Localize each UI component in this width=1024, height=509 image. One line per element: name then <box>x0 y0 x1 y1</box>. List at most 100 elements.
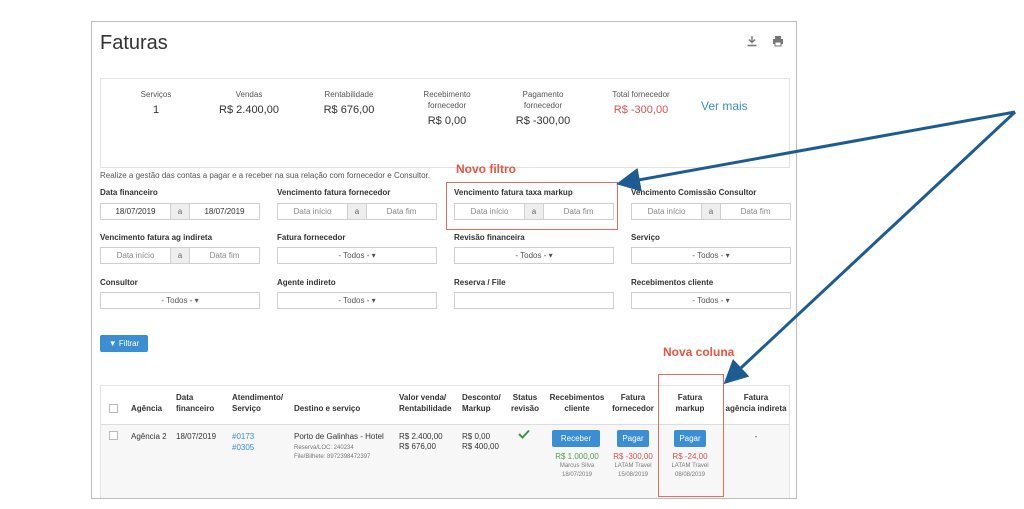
pagamento-value: R$ -300,00 <box>515 115 571 127</box>
header-recebimentos[interactable]: Recebimentos cliente <box>547 392 607 414</box>
recebimento-value: R$ 0,00 <box>427 115 467 127</box>
receb-data: 18/07/2019 <box>561 472 593 478</box>
print-icon[interactable] <box>772 34 784 47</box>
recebimentos-cliente-select[interactable]: - Todos - ▾ <box>631 292 791 309</box>
caret-down-icon: ▾ <box>723 251 730 260</box>
total-fornecedor-value: R$ -300,00 <box>613 104 669 116</box>
servicos-label: Serviços <box>140 90 172 99</box>
fatura-fornecedor-select[interactable]: - Todos - ▾ <box>277 247 437 264</box>
servico-label: Serviço <box>631 233 660 242</box>
row-rentabilidade: R$ 676,00 <box>399 442 436 451</box>
header-agencia[interactable]: Agência <box>131 403 162 414</box>
data-financeiro-from[interactable]: 18/07/2019 <box>101 207 170 216</box>
venc-markup-from[interactable]: Data início <box>455 207 524 216</box>
rentabilidade-value: R$ 676,00 <box>323 104 375 116</box>
venc-fornecedor-to[interactable]: Data fim <box>367 207 436 216</box>
fornecedor-data: 15/08/2019 <box>617 472 649 478</box>
fatura-fornecedor-value: - Todos - <box>338 251 370 260</box>
revisao-financeira-value: - Todos - <box>515 251 547 260</box>
row-servico-link[interactable]: #0305 <box>232 443 254 453</box>
vendas-label: Vendas <box>235 90 263 99</box>
reserva-file-label: Reserva / File <box>454 278 506 287</box>
ag-indireta-value: - <box>754 432 758 441</box>
header-desconto[interactable]: Desconto/Markup <box>462 392 501 414</box>
venc-ag-indireta-label: Vencimento fatura ag indireta <box>100 233 213 242</box>
venc-comissao-range[interactable]: Data início a Data fim <box>631 203 791 220</box>
range-separator: a <box>347 204 367 219</box>
header-fatura-fornecedor[interactable]: Fatura fornecedor <box>610 392 656 414</box>
recebimentos-cliente-label: Recebimentos cliente <box>631 278 714 287</box>
consultor-value: - Todos - <box>161 296 193 305</box>
servico-value: - Todos - <box>692 251 724 260</box>
servico-select[interactable]: - Todos - ▾ <box>631 247 791 264</box>
row-markup: R$ 400,00 <box>462 442 499 451</box>
venc-fornecedor-from[interactable]: Data início <box>278 207 347 216</box>
servicos-value: 1 <box>152 104 160 116</box>
caret-down-icon: ▾ <box>723 296 730 305</box>
row-atendimento-link[interactable]: #0173 <box>232 432 254 442</box>
header-status[interactable]: Status revisão <box>508 392 542 414</box>
venc-fatura-fornecedor-label: Vencimento fatura fornecedor <box>277 188 391 197</box>
revisao-financeira-select[interactable]: - Todos - ▾ <box>454 247 614 264</box>
reserva-file-input[interactable] <box>454 292 614 309</box>
pagamento-label: Pagamento fornecedor <box>522 90 564 110</box>
data-financeiro-to[interactable]: 18/07/2019 <box>190 207 259 216</box>
consultor-select[interactable]: - Todos - ▾ <box>100 292 260 309</box>
recebimentos-cliente-value: - Todos - <box>692 296 724 305</box>
data-financeiro-range[interactable]: 18/07/2019 a 18/07/2019 <box>100 203 260 220</box>
venc-fatura-markup-range[interactable]: Data início a Data fim <box>454 203 614 220</box>
vendas-value: R$ 2.400,00 <box>219 104 279 116</box>
venc-comissao-label: Vencimento Comissão Consultor <box>631 188 757 197</box>
recebimento-label: Recebimento fornecedor <box>423 90 471 110</box>
select-all-checkbox[interactable] <box>109 404 118 413</box>
header-valor-venda[interactable]: Valor venda/Rentabilidade <box>399 392 451 414</box>
receber-button[interactable]: Receber <box>552 430 600 447</box>
row-valor-venda: R$ 2.400,00 <box>399 432 443 441</box>
row-checkbox[interactable] <box>109 431 118 440</box>
intro-text: Realize a gestão das contas a pagar e a … <box>100 171 430 180</box>
receb-nome[interactable]: Marcus Silva <box>547 462 607 471</box>
venc-ag-indireta-to[interactable]: Data fim <box>190 251 259 260</box>
fornecedor-valor: R$ -300,00 <box>613 452 653 461</box>
caret-down-icon: ▾ <box>369 296 376 305</box>
revisao-financeira-label: Revisão financeira <box>454 233 525 242</box>
consultor-label: Consultor <box>100 278 138 287</box>
header-atendimento[interactable]: Atendimento/Serviço <box>232 392 283 414</box>
header-fatura-agencia-indireta[interactable]: Fatura agência indireta <box>721 392 791 414</box>
header-data-financeiro[interactable]: Data financeiro <box>176 392 214 414</box>
venc-comissao-to[interactable]: Data fim <box>721 207 790 216</box>
venc-comissao-from[interactable]: Data início <box>632 207 701 216</box>
range-separator: a <box>701 204 721 219</box>
nova-coluna-annotation: Nova coluna <box>663 345 735 359</box>
summary-panel: Serviços 1 Vendas R$ 2.400,00 Rentabilid… <box>100 78 790 168</box>
data-financeiro-label: Data financeiro <box>100 188 158 197</box>
caret-down-icon: ▾ <box>546 251 553 260</box>
range-separator: a <box>170 204 190 219</box>
venc-markup-to[interactable]: Data fim <box>544 207 613 216</box>
venc-fatura-markup-label: Vencimento fatura taxa markup <box>454 188 573 197</box>
ver-mais-link[interactable]: Ver mais <box>701 99 748 113</box>
filtrar-button[interactable]: ▼ Filtrar <box>100 335 148 352</box>
agente-indireto-select[interactable]: - Todos - ▾ <box>277 292 437 309</box>
rentabilidade-label: Rentabilidade <box>324 90 374 99</box>
download-icon[interactable] <box>746 34 758 47</box>
header-destino[interactable]: Destino e serviço <box>294 403 360 414</box>
page-title: Faturas <box>100 32 168 54</box>
fornecedor-nome: LATAM Travel <box>614 463 652 469</box>
venc-fatura-fornecedor-range[interactable]: Data início a Data fim <box>277 203 437 220</box>
row-file: File/Bilhete: 8972398472397 <box>294 454 371 460</box>
screenshot-frame: Faturas Serviços 1 Vendas R$ 2.400,00 Re… <box>91 21 797 499</box>
range-separator: a <box>524 204 544 219</box>
pagar-fornecedor-button[interactable]: Pagar <box>617 430 649 447</box>
check-icon <box>518 429 530 442</box>
caret-down-icon: ▾ <box>192 296 199 305</box>
row-reserva: Reserva/LOC: 240234 <box>294 445 354 451</box>
venc-ag-indireta-range[interactable]: Data início a Data fim <box>100 247 260 264</box>
row-destino: Porto de Galinhas - Hotel <box>294 432 384 441</box>
caret-down-icon: ▾ <box>369 251 376 260</box>
row-agencia: Agência 2 <box>131 432 167 441</box>
receb-valor: R$ 1.000,00 <box>555 452 599 461</box>
total-fornecedor-label: Total fornecedor <box>612 90 670 99</box>
range-separator: a <box>170 248 190 263</box>
venc-ag-indireta-from[interactable]: Data início <box>101 251 170 260</box>
